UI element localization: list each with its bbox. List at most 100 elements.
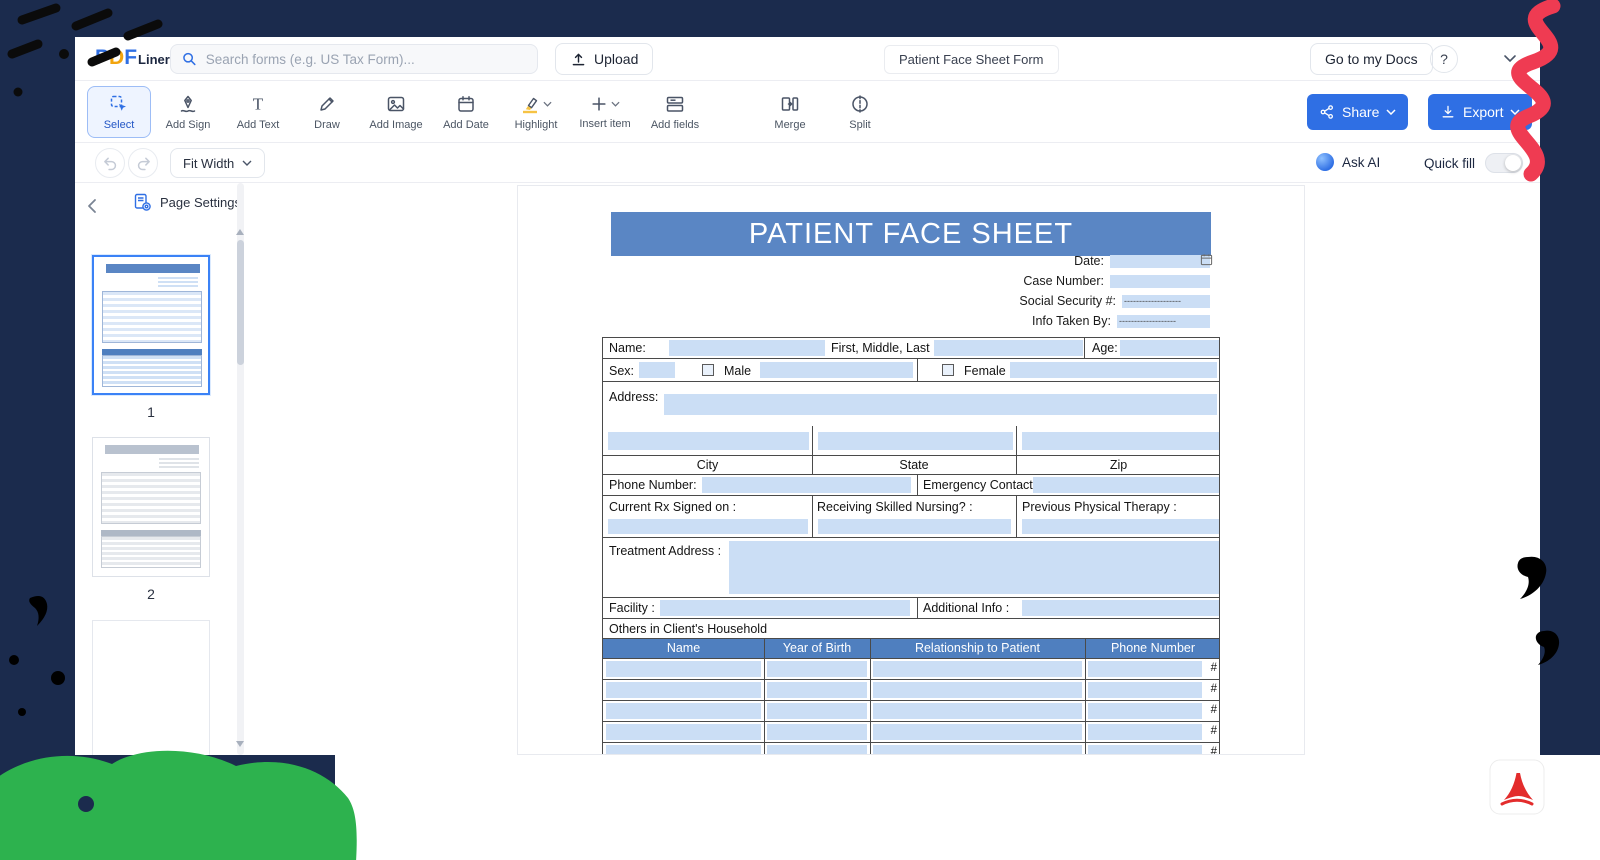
phone-emergency-row: Phone Number: Emergency Contact	[603, 475, 1219, 496]
household-phone-field[interactable]	[1088, 724, 1202, 740]
household-phone-field[interactable]	[1088, 661, 1202, 677]
thumbnail-art	[102, 355, 202, 387]
male-field[interactable]	[760, 362, 913, 378]
divider	[870, 743, 871, 755]
scroll-up-arrow[interactable]	[236, 229, 244, 235]
undo-button[interactable]	[95, 148, 125, 178]
ask-ai-icon	[1316, 153, 1334, 171]
household-yob-field[interactable]	[767, 724, 867, 740]
tool-label: Draw	[314, 119, 340, 131]
household-name-field[interactable]	[606, 682, 761, 698]
household-yob-field[interactable]	[767, 682, 867, 698]
upload-button[interactable]: Upload	[555, 43, 653, 75]
calendar-icon	[456, 94, 476, 114]
pt-field[interactable]	[1022, 519, 1219, 534]
calendar-icon[interactable]	[1200, 253, 1213, 266]
nursing-field[interactable]	[818, 519, 1011, 534]
divider	[917, 359, 918, 381]
chevron-down-icon[interactable]	[1503, 54, 1517, 63]
emergency-contact-label: Emergency Contact	[923, 478, 1033, 492]
tool-add-date[interactable]: Add Date	[434, 86, 498, 138]
tool-highlight[interactable]: Highlight	[504, 86, 568, 138]
info-taken-by-field[interactable]: -------------------	[1117, 315, 1210, 328]
divider	[812, 496, 813, 537]
page-settings-button[interactable]: Page Settings	[133, 193, 241, 212]
household-phone-field[interactable]	[1088, 745, 1202, 755]
male-checkbox[interactable]	[702, 364, 714, 376]
city-field[interactable]	[608, 432, 809, 450]
sex-field[interactable]	[639, 362, 675, 378]
treatment-address-field[interactable]	[729, 541, 1219, 594]
redo-button[interactable]	[128, 148, 158, 178]
household-yob-field[interactable]	[767, 745, 867, 755]
help-button[interactable]: ?	[1430, 45, 1458, 73]
household-phone-field[interactable]	[1088, 682, 1202, 698]
zip-field[interactable]	[1022, 432, 1219, 450]
additional-info-field[interactable]	[1022, 600, 1219, 616]
tool-merge[interactable]: Merge	[758, 86, 822, 138]
female-checkbox[interactable]	[942, 364, 954, 376]
tool-label: Add Date	[443, 119, 489, 131]
household-relationship-field[interactable]	[873, 724, 1082, 740]
page-thumbnail-1[interactable]	[92, 255, 210, 395]
share-button[interactable]: Share	[1307, 94, 1408, 130]
female-field[interactable]	[1010, 362, 1217, 378]
zoom-select[interactable]: Fit Width	[170, 148, 265, 178]
household-yob-field[interactable]	[767, 661, 867, 677]
household-phone-field[interactable]	[1088, 703, 1202, 719]
tool-add-text[interactable]: T Add Text	[226, 86, 290, 138]
household-relationship-field[interactable]	[873, 682, 1082, 698]
page-thumbnail-3[interactable]	[92, 620, 210, 755]
sidebar-scrollbar-thumb[interactable]	[237, 240, 244, 365]
household-name-field[interactable]	[606, 724, 761, 740]
female-label: Female	[964, 364, 1006, 378]
household-name-field[interactable]	[606, 745, 761, 755]
tool-split[interactable]: Split	[828, 86, 892, 138]
tool-add-sign[interactable]: Add Sign	[156, 86, 220, 138]
quick-fill-toggle[interactable]	[1485, 153, 1523, 173]
rx-field[interactable]	[608, 519, 808, 534]
household-relationship-field[interactable]	[873, 661, 1082, 677]
name-field-2[interactable]	[934, 340, 1083, 356]
household-table-row: #	[603, 722, 1219, 743]
go-to-my-docs-button[interactable]: Go to my Docs	[1310, 43, 1433, 75]
emergency-contact-field[interactable]	[1033, 477, 1219, 493]
household-yob-field[interactable]	[767, 703, 867, 719]
ask-ai-button[interactable]: Ask AI	[1316, 153, 1380, 171]
pages-sidebar: Page Settings 1 2	[75, 183, 321, 755]
collapse-sidebar-icon[interactable]	[83, 196, 103, 216]
household-name-field[interactable]	[606, 661, 761, 677]
date-field[interactable]	[1110, 255, 1210, 268]
hash-mark: #	[1203, 704, 1217, 716]
age-field[interactable]	[1120, 340, 1219, 356]
tool-add-image[interactable]: Add Image	[364, 86, 428, 138]
household-name-field[interactable]	[606, 703, 761, 719]
go-to-my-docs-label: Go to my Docs	[1325, 51, 1418, 67]
tool-select[interactable]: Select	[87, 86, 151, 138]
pdfliner-logo[interactable]: PDFLiner	[95, 46, 170, 72]
ssn-field[interactable]: -------------------	[1122, 295, 1210, 308]
document-title: Patient Face Sheet Form	[884, 45, 1059, 74]
page-thumbnail-2[interactable]	[92, 437, 210, 577]
name-field[interactable]	[669, 340, 825, 356]
divider	[870, 722, 871, 742]
export-button[interactable]: Export	[1428, 94, 1532, 130]
select-cursor-icon	[109, 94, 129, 114]
merge-icon	[780, 94, 800, 114]
phone-field[interactable]	[702, 477, 911, 493]
household-label: Others in Client's Household	[609, 622, 767, 636]
tool-draw[interactable]: Draw	[295, 86, 359, 138]
facility-field[interactable]	[660, 600, 910, 616]
search-input[interactable]	[206, 52, 527, 67]
household-relationship-field[interactable]	[873, 703, 1082, 719]
case-number-field[interactable]	[1110, 275, 1210, 288]
zip-label: Zip	[1016, 458, 1221, 472]
scroll-down-arrow[interactable]	[236, 741, 244, 747]
tool-insert-item[interactable]: Insert item	[573, 86, 637, 138]
address-field[interactable]	[664, 394, 1217, 415]
image-icon	[386, 94, 406, 114]
household-relationship-field[interactable]	[873, 745, 1082, 755]
tool-add-fields[interactable]: Add fields	[643, 86, 707, 138]
tool-label: Split	[849, 119, 870, 131]
state-field[interactable]	[818, 432, 1013, 450]
